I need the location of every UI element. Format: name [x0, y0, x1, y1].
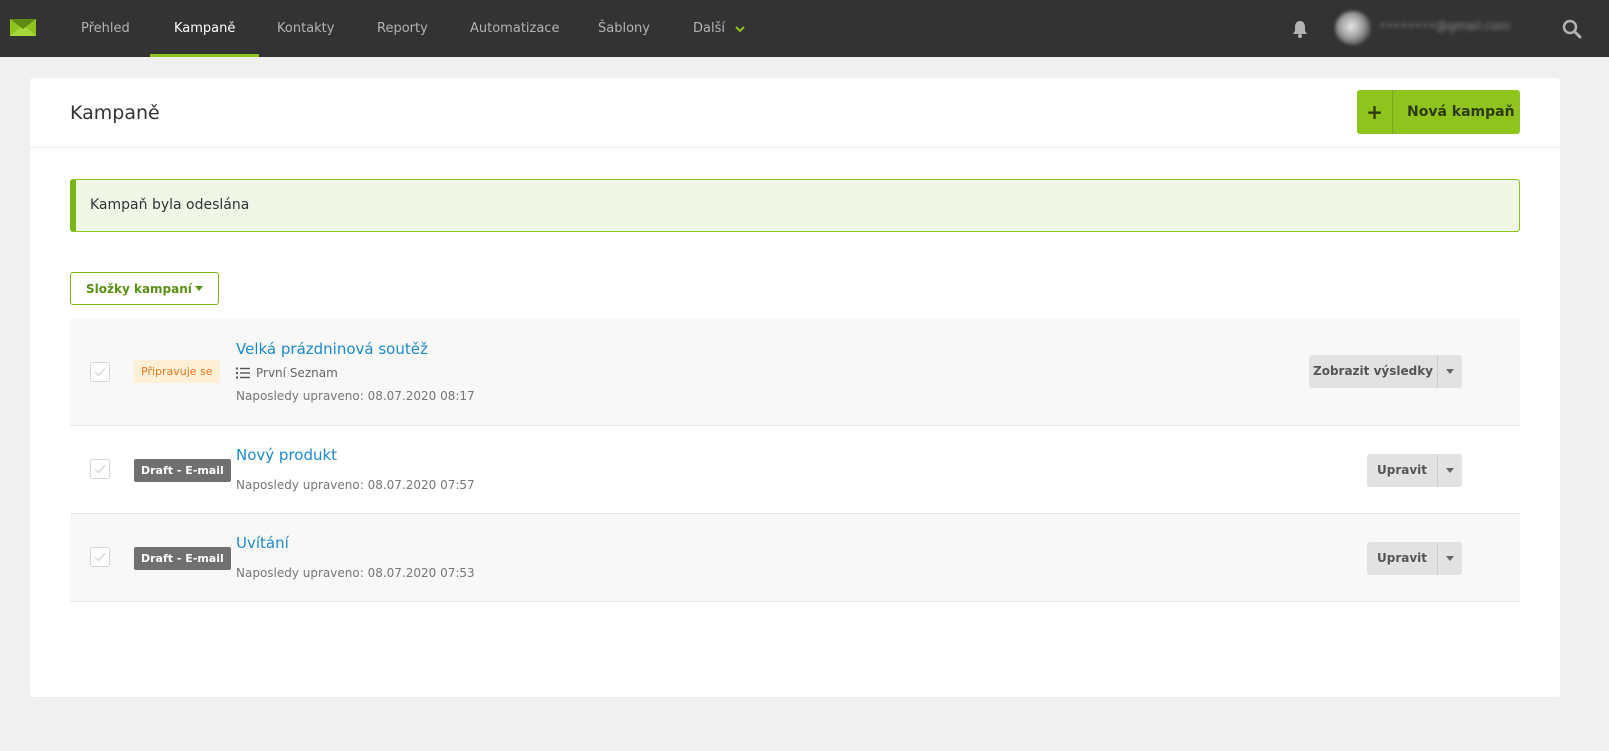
- action-dropdown-toggle[interactable]: [1437, 454, 1462, 487]
- campaign-title-link[interactable]: Velká prázdninová soutěž: [236, 340, 428, 358]
- caret-down-icon: [195, 286, 203, 291]
- edit-button-group: Upravit: [1367, 454, 1462, 487]
- campaign-updated: Naposledy upraveno: 08.07.2020 08:17: [236, 389, 475, 403]
- campaign-row: Připravuje se Velká prázdninová soutěž P…: [70, 319, 1520, 426]
- new-campaign-label: Nová kampaň: [1407, 104, 1515, 120]
- page-title: Kampaně: [70, 102, 160, 124]
- campaign-checkbox[interactable]: [90, 459, 110, 479]
- campaign-list-name: První Seznam: [256, 366, 338, 380]
- top-navigation-bar: Přehled Kampaně Kontakty Reporty Automat…: [0, 0, 1609, 57]
- campaigns-card: Kampaně + Nová kampaň Kampaň byla odeslá…: [30, 78, 1560, 697]
- search-icon[interactable]: [1562, 19, 1582, 39]
- check-icon: [94, 367, 106, 377]
- nav-item-overview[interactable]: Přehled: [81, 0, 130, 57]
- nav-item-automation[interactable]: Automatizace: [470, 0, 559, 57]
- card-header: Kampaně + Nová kampaň: [30, 78, 1560, 148]
- campaign-folders-label: Složky kampaní: [86, 282, 192, 296]
- nav-item-more[interactable]: Další: [693, 0, 745, 57]
- check-icon: [94, 552, 106, 562]
- list-icon: [236, 367, 250, 379]
- nav-item-campaigns[interactable]: Kampaně: [149, 0, 260, 57]
- edit-button[interactable]: Upravit: [1367, 454, 1437, 487]
- bell-icon[interactable]: [1292, 20, 1308, 38]
- view-results-button-group: Zobrazit výsledky: [1309, 355, 1462, 388]
- edit-button[interactable]: Upravit: [1367, 542, 1437, 575]
- edit-button-group: Upravit: [1367, 542, 1462, 575]
- campaign-checkbox[interactable]: [90, 547, 110, 567]
- campaign-updated: Naposledy upraveno: 08.07.2020 07:57: [236, 478, 475, 492]
- campaign-list: První Seznam: [236, 366, 338, 380]
- campaign-row: Draft - E-mail Uvítání Naposledy upraven…: [70, 514, 1520, 602]
- action-dropdown-toggle[interactable]: [1437, 542, 1462, 575]
- campaign-title-link[interactable]: Uvítání: [236, 534, 289, 552]
- nav-item-templates[interactable]: Šablony: [598, 0, 650, 57]
- success-alert: Kampaň byla odeslána: [70, 179, 1520, 232]
- chevron-down-icon: [735, 25, 745, 32]
- mail-logo-icon[interactable]: [10, 19, 36, 36]
- avatar: [1335, 11, 1371, 45]
- status-badge: Připravuje se: [134, 360, 220, 383]
- user-email: ••••••••@gmail.com: [1379, 19, 1511, 33]
- user-menu[interactable]: ••••••••@gmail.com: [1335, 9, 1535, 47]
- new-campaign-button[interactable]: + Nová kampaň: [1357, 90, 1520, 134]
- view-results-button[interactable]: Zobrazit výsledky: [1309, 355, 1437, 388]
- nav-item-contacts[interactable]: Kontakty: [277, 0, 334, 57]
- plus-icon: +: [1357, 90, 1393, 134]
- campaign-folders-dropdown[interactable]: Složky kampaní: [70, 272, 219, 305]
- alert-text: Kampaň byla odeslána: [90, 197, 250, 213]
- status-badge: Draft - E-mail: [134, 459, 231, 482]
- status-badge: Draft - E-mail: [134, 547, 231, 570]
- action-dropdown-toggle[interactable]: [1437, 355, 1462, 388]
- check-icon: [94, 464, 106, 474]
- nav-item-reports[interactable]: Reporty: [377, 0, 428, 57]
- campaign-checkbox[interactable]: [90, 362, 110, 382]
- nav-item-more-label: Další: [693, 21, 725, 36]
- campaign-updated: Naposledy upraveno: 08.07.2020 07:53: [236, 566, 475, 580]
- campaign-row: Draft - E-mail Nový produkt Naposledy up…: [70, 426, 1520, 514]
- campaign-title-link[interactable]: Nový produkt: [236, 446, 337, 464]
